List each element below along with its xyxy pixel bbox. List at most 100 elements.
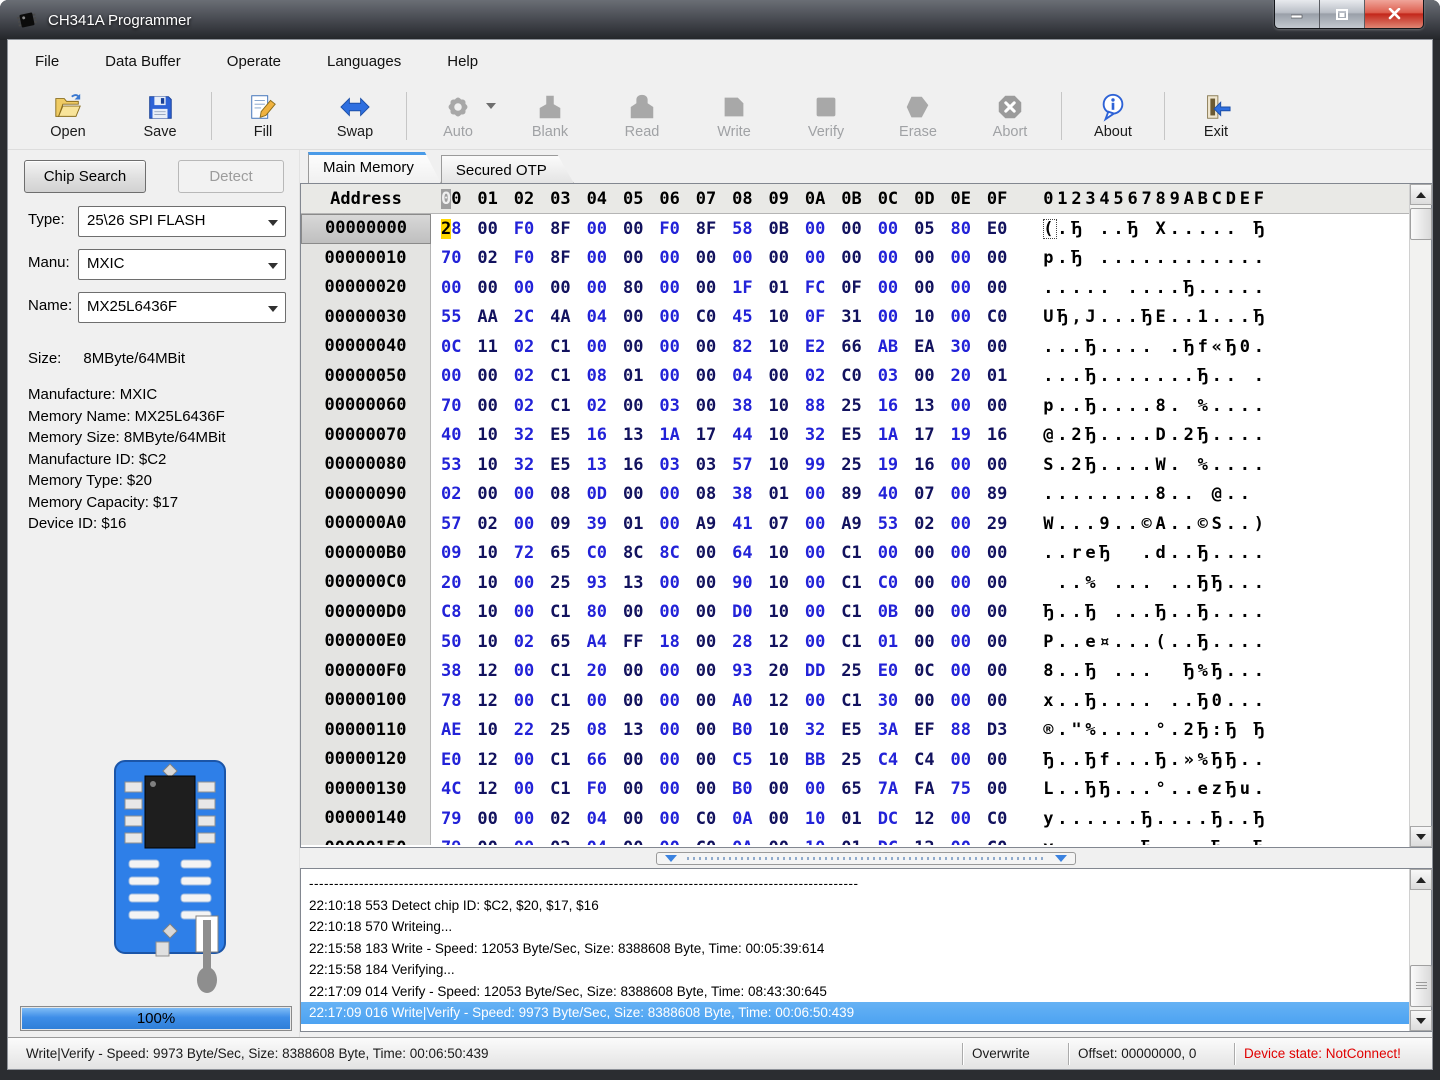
hex-byte[interactable]: 8F	[550, 248, 586, 268]
hex-byte[interactable]: 00	[696, 396, 732, 416]
hex-byte[interactable]: 00	[659, 720, 695, 740]
hex-byte[interactable]: 65	[550, 632, 586, 652]
hex-byte[interactable]: 00	[514, 514, 550, 534]
hex-byte[interactable]: 70	[441, 396, 477, 416]
hex-byte[interactable]: 00	[696, 337, 732, 357]
hex-byte[interactable]: 00	[987, 396, 1023, 416]
hex-byte[interactable]: 00	[623, 779, 659, 799]
hex-byte[interactable]: 75	[950, 779, 986, 799]
hex-byte[interactable]: 00	[987, 750, 1023, 770]
hex-byte[interactable]: 00	[659, 366, 695, 386]
hex-byte[interactable]: 45	[732, 307, 768, 327]
ascii-cell[interactable]: W...9..©A..©S..)	[1043, 514, 1279, 534]
address-cell[interactable]: 00000150	[301, 834, 431, 846]
hex-byte[interactable]: 00	[950, 602, 986, 622]
hex-byte[interactable]: 00	[950, 543, 986, 563]
hex-byte[interactable]: 10	[477, 543, 513, 563]
hex-byte[interactable]: 13	[623, 425, 659, 445]
hex-byte[interactable]: AE	[441, 720, 477, 740]
hex-byte[interactable]: 00	[950, 484, 986, 504]
hex-byte[interactable]: 02	[914, 514, 950, 534]
hex-byte[interactable]: 00	[659, 307, 695, 327]
hex-byte[interactable]: 65	[841, 779, 877, 799]
hex-byte[interactable]: 00	[914, 691, 950, 711]
hex-byte[interactable]: 00	[659, 661, 695, 681]
address-cell[interactable]: 000000F0	[301, 657, 431, 687]
hex-byte[interactable]: 00	[696, 602, 732, 622]
hex-byte[interactable]: 18	[659, 632, 695, 652]
hex-byte[interactable]: 12	[769, 691, 805, 711]
hex-byte[interactable]: 00	[769, 779, 805, 799]
exit-button[interactable]: Exit	[1170, 85, 1262, 147]
hex-byte[interactable]: 55	[441, 307, 477, 327]
hex-byte[interactable]: 80	[950, 219, 986, 239]
hex-byte[interactable]: 00	[623, 219, 659, 239]
about-button[interactable]: About	[1067, 85, 1159, 147]
tab-main-memory[interactable]: Main Memory	[308, 152, 441, 183]
hex-byte[interactable]: 00	[696, 278, 732, 298]
address-cell[interactable]: 00000080	[301, 450, 431, 480]
hex-byte[interactable]: 00	[659, 779, 695, 799]
hex-byte[interactable]: E0	[987, 219, 1023, 239]
address-cell[interactable]: 00000040	[301, 332, 431, 362]
hex-byte[interactable]: 01	[769, 484, 805, 504]
hex-byte[interactable]: 00	[805, 573, 841, 593]
hex-byte[interactable]: 66	[841, 337, 877, 357]
hex-byte[interactable]: 53	[441, 455, 477, 475]
hex-byte[interactable]: 00	[696, 573, 732, 593]
hex-byte[interactable]: 12	[769, 632, 805, 652]
hex-byte[interactable]: 00	[805, 543, 841, 563]
hex-byte[interactable]: FF	[623, 632, 659, 652]
hex-byte[interactable]: 00	[950, 514, 986, 534]
hex-byte[interactable]: 00	[514, 602, 550, 622]
address-cell[interactable]: 00000110	[301, 716, 431, 746]
manu-select[interactable]: MXIC	[78, 249, 286, 280]
hex-byte[interactable]: 00	[987, 337, 1023, 357]
hex-byte[interactable]: 00	[987, 691, 1023, 711]
log-line[interactable]: 22:15:58 184 Verifying...	[301, 959, 1409, 981]
hex-byte[interactable]: EA	[914, 337, 950, 357]
hex-byte[interactable]: 00	[914, 573, 950, 593]
ascii-cell[interactable]: P..e¤...(..Ђ....	[1043, 632, 1279, 652]
hex-byte[interactable]: E5	[550, 455, 586, 475]
hex-byte[interactable]: 08	[587, 366, 623, 386]
hex-byte[interactable]: 00	[659, 278, 695, 298]
hex-byte[interactable]: 16	[878, 396, 914, 416]
hex-byte[interactable]: 00	[587, 691, 623, 711]
hex-byte[interactable]: 00	[950, 632, 986, 652]
hex-byte[interactable]: 00	[623, 838, 659, 845]
hex-byte[interactable]: 8F	[550, 219, 586, 239]
hex-byte[interactable]: 01	[769, 278, 805, 298]
hex-byte[interactable]: 4A	[550, 307, 586, 327]
hex-byte[interactable]: E0	[878, 661, 914, 681]
hex-byte[interactable]: 10	[769, 720, 805, 740]
hex-byte[interactable]: 00	[477, 219, 513, 239]
hex-byte[interactable]: 00	[878, 307, 914, 327]
hex-byte[interactable]: 3A	[878, 720, 914, 740]
hex-byte[interactable]: 19	[878, 455, 914, 475]
hex-byte[interactable]: 00	[950, 248, 986, 268]
hex-byte[interactable]: 0C	[441, 337, 477, 357]
hex-byte[interactable]: 00	[441, 366, 477, 386]
hex-byte[interactable]: 25	[550, 720, 586, 740]
hex-byte[interactable]: 2C	[514, 307, 550, 327]
hex-byte[interactable]: 00	[987, 779, 1023, 799]
hex-byte[interactable]: 10	[769, 455, 805, 475]
menu-help[interactable]: Help	[432, 47, 493, 76]
address-cell[interactable]: 00000130	[301, 775, 431, 805]
log-line[interactable]: 22:10:18 553 Detect chip ID: $C2, $20, $…	[301, 895, 1409, 917]
hex-byte[interactable]: 29	[987, 514, 1023, 534]
hex-byte[interactable]: 10	[769, 337, 805, 357]
hex-byte[interactable]: 38	[732, 484, 768, 504]
hex-byte[interactable]: 00	[623, 750, 659, 770]
hex-byte[interactable]: 00	[659, 809, 695, 829]
hex-byte[interactable]: 00	[914, 366, 950, 386]
hex-byte[interactable]: 03	[659, 396, 695, 416]
hex-byte[interactable]: 04	[732, 366, 768, 386]
ascii-cell[interactable]: ...Ђ.......Ђ.. .	[1043, 366, 1279, 386]
hex-byte[interactable]: D3	[987, 720, 1023, 740]
hex-byte[interactable]: 04	[587, 838, 623, 845]
hex-byte[interactable]: 8C	[659, 543, 695, 563]
ascii-cell[interactable]: p.Ђ ............	[1043, 248, 1279, 268]
hex-byte[interactable]: 00	[696, 720, 732, 740]
